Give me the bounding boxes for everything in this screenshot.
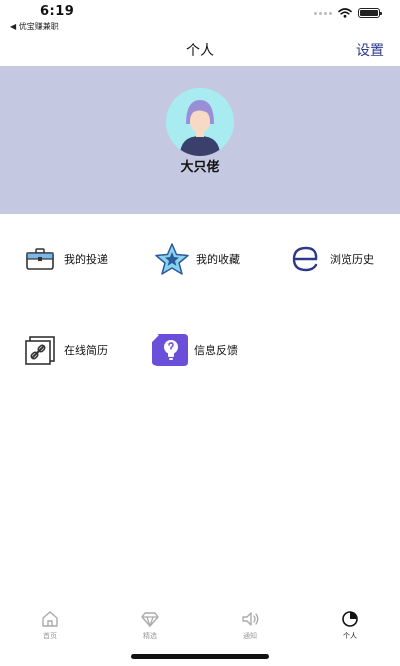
- user-avatar-icon: [166, 88, 234, 156]
- tab-notifications[interactable]: 通知: [200, 604, 300, 648]
- menu-label: 我的收藏: [196, 253, 240, 266]
- home-indicator: [131, 654, 269, 659]
- battery-icon: [358, 8, 382, 18]
- menu-item-online-resume[interactable]: 在线简历: [20, 332, 108, 368]
- tab-label: 个人: [343, 632, 357, 640]
- speaker-icon: [242, 612, 259, 626]
- wifi-icon: [338, 8, 352, 18]
- tab-label: 精选: [143, 632, 157, 640]
- tab-featured[interactable]: 精选: [100, 604, 200, 648]
- page-title: 个人: [186, 43, 214, 59]
- menu-label: 浏览历史: [330, 253, 374, 266]
- star-icon: [155, 243, 189, 275]
- status-bar: 6:19 ◀ 优宝赚兼职: [0, 0, 400, 34]
- menu-item-my-applications[interactable]: 我的投递: [20, 241, 108, 277]
- tab-home[interactable]: 首页: [0, 604, 100, 648]
- feedback-lightbulb-icon: [152, 334, 188, 366]
- diamond-icon: [141, 612, 159, 628]
- tab-label: 通知: [243, 632, 257, 640]
- menu-item-feedback[interactable]: 信息反馈: [150, 332, 238, 368]
- menu-label: 我的投递: [64, 253, 108, 266]
- menu-label: 在线简历: [64, 344, 108, 357]
- tab-profile[interactable]: 个人: [300, 604, 400, 648]
- menu-item-browse-history[interactable]: 浏览历史: [286, 241, 374, 277]
- profile-name: 大只佬: [180, 160, 220, 175]
- profile-pie-icon: [342, 611, 358, 627]
- nav-bar: 个人 设置: [0, 34, 400, 66]
- settings-button[interactable]: 设置: [356, 40, 384, 60]
- back-to-app-link[interactable]: ◀ 优宝赚兼职: [10, 21, 59, 32]
- tab-label: 首页: [43, 632, 57, 640]
- home-icon: [42, 611, 58, 627]
- menu-item-my-favorites[interactable]: 我的收藏: [152, 241, 240, 277]
- menu-label: 信息反馈: [194, 344, 238, 357]
- profile-header: 大只佬: [0, 66, 400, 214]
- history-e-icon: [292, 246, 318, 272]
- status-indicators: [314, 8, 382, 18]
- resume-link-icon: [25, 336, 55, 365]
- status-time: 6:19: [40, 4, 75, 19]
- tab-bar: 首页 精选 通知 个人: [0, 604, 400, 648]
- briefcase-icon: [26, 248, 54, 270]
- cellular-signal-icon: [314, 11, 332, 15]
- avatar[interactable]: [166, 88, 234, 156]
